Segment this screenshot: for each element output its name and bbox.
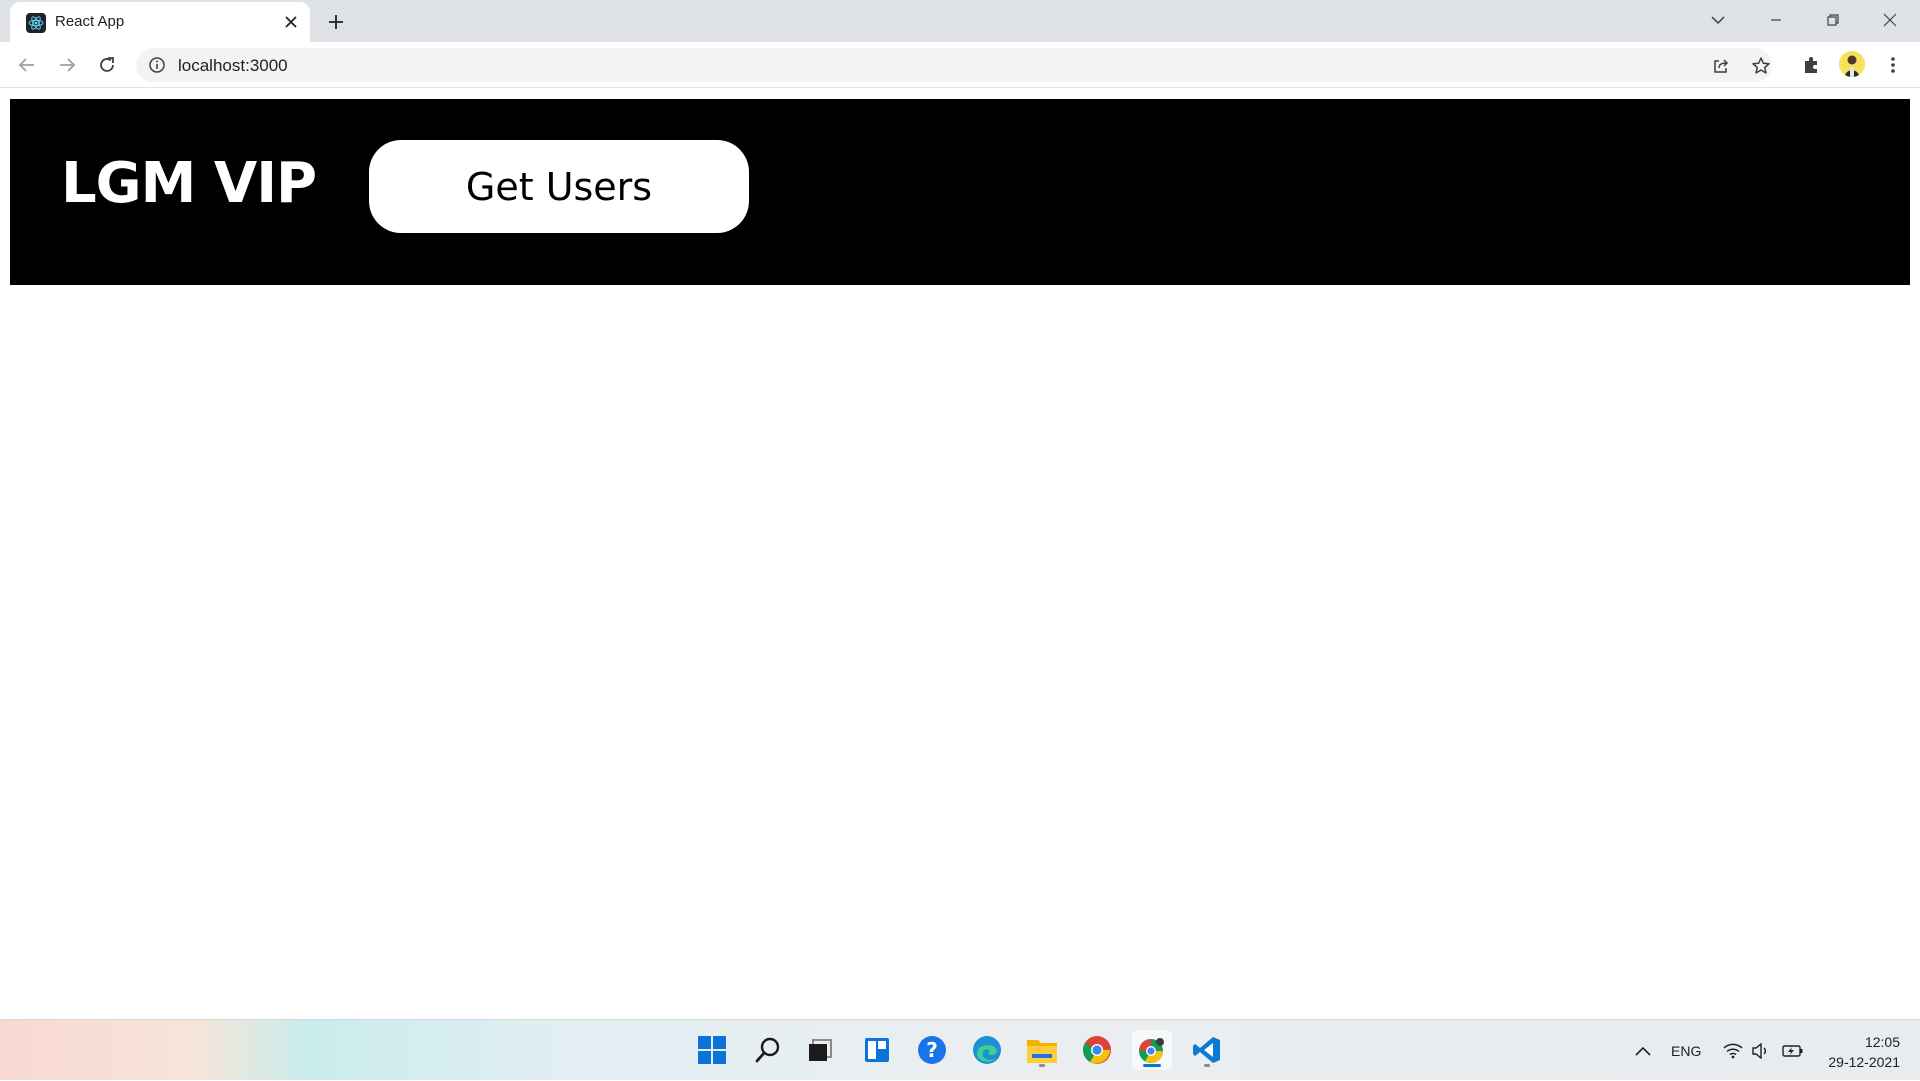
svg-text:?: ? xyxy=(926,1038,938,1062)
start-icon[interactable] xyxy=(692,1030,732,1070)
new-tab-button[interactable] xyxy=(321,7,351,37)
brand-logo: LGM VIP xyxy=(61,151,317,216)
address-bar[interactable]: localhost:3000 xyxy=(136,48,1772,82)
clock[interactable]: 12:05 29-12-2021 xyxy=(1810,1032,1900,1072)
widgets-icon[interactable] xyxy=(857,1030,897,1070)
tab-close-icon[interactable] xyxy=(280,11,302,33)
chrome-icon[interactable] xyxy=(1077,1030,1117,1070)
minimize-icon[interactable] xyxy=(1748,0,1804,40)
share-icon[interactable] xyxy=(1710,55,1732,77)
help-icon[interactable]: ? xyxy=(912,1030,952,1070)
reload-icon[interactable] xyxy=(92,50,122,80)
volume-icon[interactable] xyxy=(1751,1020,1769,1081)
battery-icon[interactable] xyxy=(1782,1020,1804,1081)
bookmark-star-icon[interactable] xyxy=(1750,55,1772,77)
extensions-icon[interactable] xyxy=(1797,51,1825,79)
search-icon[interactable] xyxy=(748,1030,788,1070)
browser-tab[interactable]: React App xyxy=(10,2,310,42)
app-header: LGM VIP Get Users xyxy=(10,99,1910,285)
taskbar: ? ENG 12:05 29-12-2021 xyxy=(0,1019,1920,1080)
active-indicator xyxy=(1143,1064,1161,1067)
back-icon[interactable] xyxy=(12,50,42,80)
profile-avatar[interactable] xyxy=(1839,51,1865,77)
running-indicator xyxy=(1039,1064,1045,1067)
language-indicator[interactable]: ENG xyxy=(1671,1020,1701,1081)
browser-toolbar: localhost:3000 xyxy=(0,42,1920,88)
forward-icon[interactable] xyxy=(52,50,82,80)
vscode-icon[interactable] xyxy=(1187,1030,1227,1070)
site-info-icon[interactable] xyxy=(148,56,166,74)
clock-date: 29-12-2021 xyxy=(1828,1054,1900,1070)
task-view-icon[interactable] xyxy=(800,1030,840,1070)
get-users-button[interactable]: Get Users xyxy=(369,140,749,233)
chrome-menu-icon[interactable] xyxy=(1879,51,1907,79)
show-hidden-icons-icon[interactable] xyxy=(1634,1020,1652,1081)
tab-strip: React App xyxy=(0,0,1920,42)
file-explorer-icon[interactable] xyxy=(1022,1030,1062,1070)
url-text: localhost:3000 xyxy=(178,56,288,75)
chrome-dev-icon[interactable] xyxy=(1132,1030,1172,1070)
wifi-icon[interactable] xyxy=(1723,1020,1743,1081)
tab-search-icon[interactable] xyxy=(1690,0,1746,40)
edge-icon[interactable] xyxy=(967,1030,1007,1070)
clock-time: 12:05 xyxy=(1864,1034,1900,1050)
page-viewport: LGM VIP Get Users xyxy=(0,89,1920,1019)
react-logo-icon xyxy=(26,13,46,33)
restore-icon[interactable] xyxy=(1805,0,1861,40)
tab-title: React App xyxy=(55,13,125,30)
running-indicator xyxy=(1204,1064,1210,1067)
close-icon[interactable] xyxy=(1862,0,1918,40)
